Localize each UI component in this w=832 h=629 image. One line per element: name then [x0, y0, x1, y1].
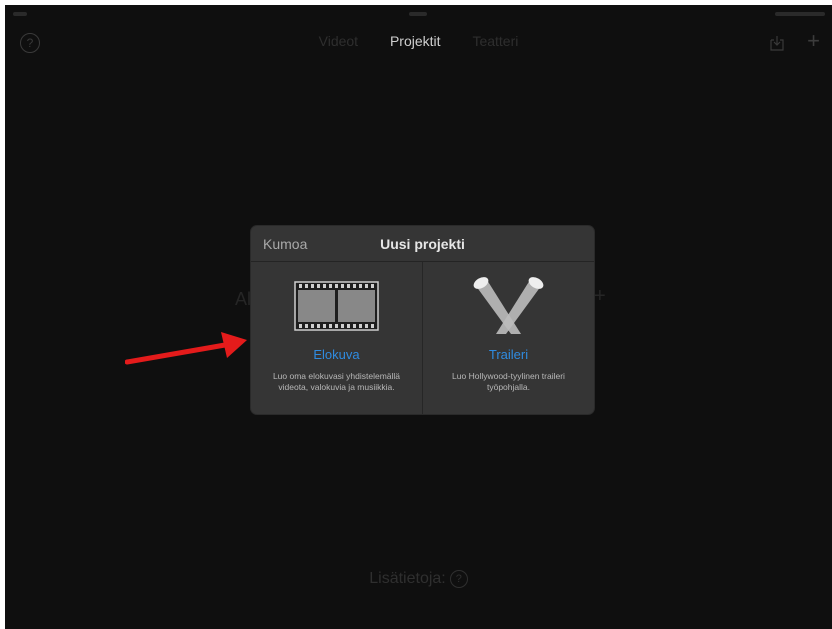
status-battery-icon	[775, 12, 825, 16]
tab-videot[interactable]: Videot	[319, 33, 358, 49]
add-project-icon[interactable]: +	[807, 30, 820, 52]
trailer-option-title: Traileri	[488, 347, 529, 362]
spotlights-icon	[473, 277, 544, 334]
status-time-icon	[409, 12, 427, 16]
footer-label: Lisätietoja:	[369, 570, 446, 587]
background-plus-icon: +	[594, 285, 606, 307]
trailer-option[interactable]: Traileri Luo Hollywood-tyylinen traileri…	[423, 262, 594, 414]
footer-info: Lisätietoja:?	[5, 570, 832, 588]
info-icon[interactable]: ?	[449, 570, 468, 588]
import-icon[interactable]	[770, 35, 784, 51]
status-bar	[5, 5, 832, 25]
film-strip-icon	[294, 281, 379, 331]
new-project-dialog: Kumoa Uusi projekti Elokuva Luo oma elok…	[251, 226, 594, 414]
red-annotation-arrow-icon	[125, 332, 247, 365]
dialog-title: Uusi projekti	[380, 236, 465, 252]
trailer-option-description: Luo Hollywood-tyylinen traileri työpohja…	[452, 371, 565, 392]
movie-option-description: Luo oma elokuvasi yhdistelemällä videota…	[272, 371, 401, 392]
tab-projektit[interactable]: Projektit	[390, 33, 441, 49]
segmented-tabs: Videot Projektit Teatteri	[5, 33, 832, 49]
movie-option-title: Elokuva	[313, 347, 360, 362]
tab-teatteri[interactable]: Teatteri	[472, 33, 518, 49]
status-carrier-icon	[13, 12, 27, 16]
background-label: Al	[235, 289, 252, 309]
dialog-header: Kumoa Uusi projekti	[251, 226, 594, 262]
movie-option[interactable]: Elokuva Luo oma elokuvasi yhdistelemällä…	[251, 262, 423, 414]
navigation-bar: ? Videot Projektit Teatteri +	[5, 25, 832, 65]
